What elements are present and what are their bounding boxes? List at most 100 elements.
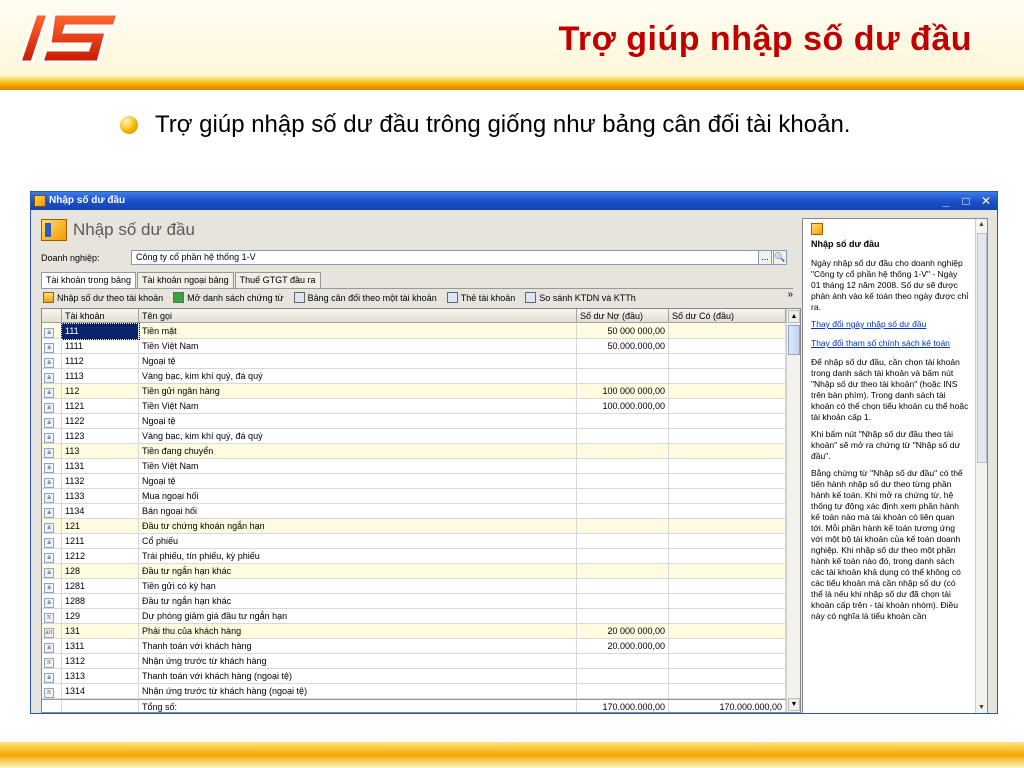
row-indicator: a	[42, 549, 62, 564]
table-row[interactable]: a 121 Đầu tư chứng khoán ngắn hạn	[42, 519, 786, 534]
debit-cell	[577, 414, 669, 429]
help-paragraph-3: Bằng chứng từ "Nhập số dư đầu" có thể ti…	[811, 468, 963, 621]
scroll-up-icon[interactable]: ▲	[788, 310, 800, 323]
debit-cell	[577, 579, 669, 594]
credit-cell	[669, 474, 786, 489]
tab-output-vat[interactable]: Thuế GTGT đầu ra	[234, 272, 321, 288]
table-row[interactable]: a 1212 Trái phiếu, tín phiếu, kỳ phiếu	[42, 549, 786, 564]
credit-cell	[669, 354, 786, 369]
column-header-name[interactable]: Tên gọi	[139, 309, 577, 323]
form-header: Nhập số dư đầu	[41, 218, 195, 242]
credit-cell	[669, 519, 786, 534]
table-row[interactable]: a 1133 Mua ngoại hối	[42, 489, 786, 504]
account-type-icon: a	[44, 418, 54, 428]
main-panel: Nhập số dư đầu Doanh nghiệp: Công ty cổ …	[37, 214, 801, 713]
table-row[interactable]: π 1314 Nhận ứng trước từ khách hàng (ngoại…	[42, 684, 786, 699]
debit-cell	[577, 684, 669, 699]
grid-rows: a 111 Tiền mặt 50 000 000,00 a 1111 Tiền Việt …	[42, 323, 786, 699]
report-icon	[293, 292, 305, 303]
table-row[interactable]: π 1312 Nhận ứng trước từ khách hàng	[42, 654, 786, 669]
account-code-cell: 1133	[62, 489, 139, 504]
debit-cell: 100 000 000,00	[577, 384, 669, 399]
change-date-link[interactable]: Thay đổi ngày nhập số dư đầu	[811, 319, 969, 330]
compare-button[interactable]: So sánh KTDN và KTTh	[525, 292, 636, 303]
table-row[interactable]: aπ 131 Phải thu của khách hàng 20 000 000,0…	[42, 624, 786, 639]
change-policy-link[interactable]: Thay đổi tham số chính sách kế toán	[811, 338, 969, 349]
account-type-icon: π	[44, 658, 54, 668]
open-documents-button[interactable]: Mở danh sách chứng từ	[173, 292, 284, 303]
scroll-up-icon[interactable]: ▲	[976, 219, 987, 231]
form-title: Nhập số dư đầu	[73, 220, 195, 239]
account-code-cell: 128	[62, 564, 139, 579]
row-indicator: aπ	[42, 624, 62, 639]
credit-cell	[669, 669, 786, 684]
toolbar-more-button[interactable]: »	[787, 289, 793, 300]
table-row[interactable]: a 1311 Thanh toán với khách hàng 20.000.000…	[42, 639, 786, 654]
table-row[interactable]: a 113 Tiền đang chuyển	[42, 444, 786, 459]
credit-cell	[669, 639, 786, 654]
help-panel: Nhập số dư đầu Ngày nhập số dư đầu cho d…	[802, 218, 988, 713]
row-indicator: a	[42, 459, 62, 474]
table-row[interactable]: a 1132 Ngoại tệ	[42, 474, 786, 489]
table-row[interactable]: a 1131 Tiền Việt Nam	[42, 459, 786, 474]
is-logo-icon	[17, 12, 121, 64]
account-code-cell: 1112	[62, 354, 139, 369]
import-icon	[43, 292, 54, 303]
trial-balance-button[interactable]: Bảng cân đối theo một tài khoản	[293, 292, 437, 303]
help-scrollbar[interactable]: ▲ ▼	[975, 219, 987, 713]
table-row[interactable]: a 1121 Tiền Việt Nam 100.000.000,00	[42, 399, 786, 414]
column-header-account[interactable]: Tài khoản	[62, 309, 139, 323]
debit-cell	[577, 354, 669, 369]
row-indicator: a	[42, 564, 62, 579]
scroll-down-icon[interactable]: ▼	[788, 698, 800, 711]
account-card-button[interactable]: Thẻ tài khoản	[446, 292, 515, 303]
table-row[interactable]: π 129 Dự phòng giảm giá đầu tư ngắn hạn	[42, 609, 786, 624]
column-header-debit[interactable]: Số dư Nợ (đầu)	[577, 309, 669, 323]
accounts-grid: Tài khoản Tên gọi Số dư Nợ (đầu) Số dư C…	[41, 308, 801, 713]
table-row[interactable]: a 1211 Cổ phiếu	[42, 534, 786, 549]
account-type-icon: a	[44, 403, 54, 413]
account-code-cell: 1111	[62, 339, 139, 354]
column-header-credit[interactable]: Số dư Có (đầu)	[669, 309, 786, 323]
table-row[interactable]: a 1112 Ngoại tệ	[42, 354, 786, 369]
bullet-text: Trợ giúp nhập số dư đầu trông giống như …	[155, 111, 851, 138]
debit-cell	[577, 489, 669, 504]
debit-cell	[577, 594, 669, 609]
browse-button[interactable]: ...	[758, 250, 772, 265]
tab-balance-accounts[interactable]: Tài khoản trong bảng	[41, 272, 137, 289]
table-row[interactable]: a 1288 Đầu tư ngắn hạn khác	[42, 594, 786, 609]
maximize-button[interactable]: □	[959, 192, 973, 210]
account-code-cell: 121	[62, 519, 139, 534]
table-row[interactable]: a 1122 Ngoại tệ	[42, 414, 786, 429]
account-code-cell: 1121	[62, 399, 139, 414]
table-row[interactable]: a 128 Đầu tư ngắn hạn khác	[42, 564, 786, 579]
grid-scrollbar[interactable]: ▲ ▼	[786, 309, 800, 712]
app-window: Nhập số dư đầu _ □ ✕ Nhập số dư đầu Doan…	[30, 191, 998, 714]
table-row[interactable]: a 1123 Vàng bạc, kim khí quý, đá quý	[42, 429, 786, 444]
footer-band	[0, 742, 1024, 768]
tab-offbalance-accounts[interactable]: Tài khoản ngoại bảng	[137, 272, 234, 288]
account-name-cell: Cổ phiếu	[139, 534, 577, 549]
close-button[interactable]: ✕	[979, 192, 993, 210]
table-row[interactable]: a 112 Tiền gửi ngân hàng 100 000 000,00	[42, 384, 786, 399]
enter-balance-button[interactable]: Nhập số dư theo tài khoản	[43, 292, 163, 303]
scroll-thumb[interactable]	[977, 233, 987, 463]
debit-cell: 20.000.000,00	[577, 639, 669, 654]
account-type-icon: a	[44, 478, 54, 488]
search-icon[interactable]: 🔍	[773, 250, 787, 265]
table-row[interactable]: a 1111 Tiền Việt Nam 50.000.000,00	[42, 339, 786, 354]
account-type-icon: π	[44, 613, 54, 623]
table-row[interactable]: a 1281 Tiền gửi có kỳ hạn	[42, 579, 786, 594]
company-field[interactable]: Công ty cổ phần hệ thống 1-V	[131, 250, 787, 265]
window-titlebar[interactable]: Nhập số dư đầu _ □ ✕	[31, 192, 997, 210]
account-type-icon: a	[44, 358, 54, 368]
scroll-thumb[interactable]	[788, 325, 800, 355]
slide-title: Trợ giúp nhập số dư đầu	[558, 20, 972, 58]
table-row[interactable]: a 1313 Thanh toán với khách hàng (ngoại tệ…	[42, 669, 786, 684]
table-row[interactable]: a 111 Tiền mặt 50 000 000,00	[42, 323, 786, 340]
debit-cell: 50 000 000,00	[577, 324, 669, 339]
minimize-button[interactable]: _	[939, 192, 953, 210]
table-row[interactable]: a 1113 Vàng bạc, kim khí quý, đá quý	[42, 369, 786, 384]
table-row[interactable]: a 1134 Bán ngoại hối	[42, 504, 786, 519]
scroll-down-icon[interactable]: ▼	[976, 702, 987, 713]
